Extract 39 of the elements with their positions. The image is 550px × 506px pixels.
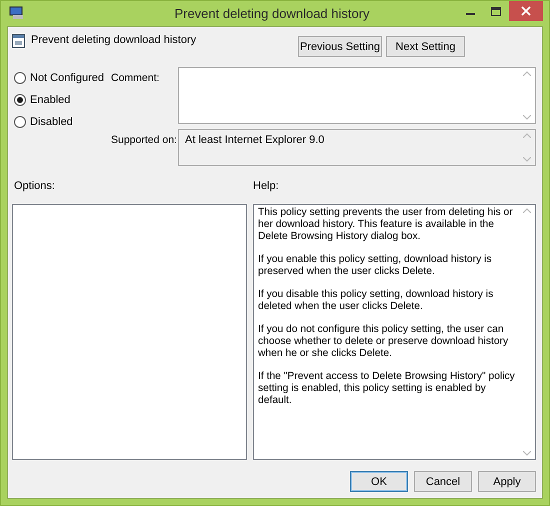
policy-title: Prevent deleting download history — [31, 34, 196, 46]
radio-label: Enabled — [30, 94, 70, 106]
radio-label: Disabled — [30, 116, 73, 128]
radio-button[interactable] — [14, 72, 26, 84]
scroll-down-icon — [523, 451, 531, 456]
help-paragraph: If you do not configure this policy setting, the user can choose whether to delete or preserve download history when he or she clicks Delete. — [258, 324, 510, 360]
scroll-up-icon — [523, 71, 531, 76]
dialog-button[interactable]: Apply — [478, 471, 536, 492]
scroll-up-icon — [523, 133, 531, 138]
options-label: Options: — [13, 180, 56, 194]
help-paragraph: This policy setting prevents the user from deleting his or her download history. This feature is available in the Delete Browsing History dialog box. — [258, 207, 514, 243]
comment-label: Comment: — [111, 71, 160, 86]
comment-field[interactable] — [178, 67, 536, 124]
radio-button[interactable] — [14, 94, 26, 106]
scroll-down-icon — [523, 115, 531, 120]
next-setting-button[interactable]: Next Setting — [386, 36, 465, 57]
policy-icon — [12, 34, 25, 48]
radio-label: Not Configured — [30, 72, 104, 84]
radio-option[interactable]: Not Configured — [14, 70, 111, 86]
radio-option[interactable]: Enabled — [14, 92, 111, 108]
previous-setting-button[interactable]: Previous Setting — [298, 36, 382, 57]
scroll-up-icon — [523, 208, 531, 213]
maximize-icon — [491, 6, 501, 16]
help-label: Help: — [253, 180, 279, 194]
close-icon — [521, 6, 531, 16]
supported-on-label: Supported on: — [111, 133, 178, 148]
window-title: Prevent deleting download history — [173, 6, 371, 21]
dialog-button[interactable]: Cancel — [414, 471, 472, 492]
help-paragraph: If you disable this policy setting, download history is deleted when the user clicks Delete. — [258, 289, 494, 313]
dialog-button[interactable]: OK — [350, 471, 408, 492]
supported-on-value: At least Internet Explorer 9.0 — [184, 133, 326, 148]
help-paragraph: If the "Prevent access to Delete Browsing History" policy setting is enabled, this policy setting is enabled by default. — [258, 371, 515, 407]
help-paragraph: If you enable this policy setting, download history is preserved when the user clicks Delete. — [258, 254, 493, 278]
app-icon — [9, 6, 25, 20]
radio-button[interactable] — [14, 116, 26, 128]
minimize-icon — [466, 13, 474, 15]
radio-option[interactable]: Disabled — [14, 114, 111, 130]
scroll-down-icon — [523, 157, 531, 162]
close-button[interactable] — [509, 1, 543, 21]
